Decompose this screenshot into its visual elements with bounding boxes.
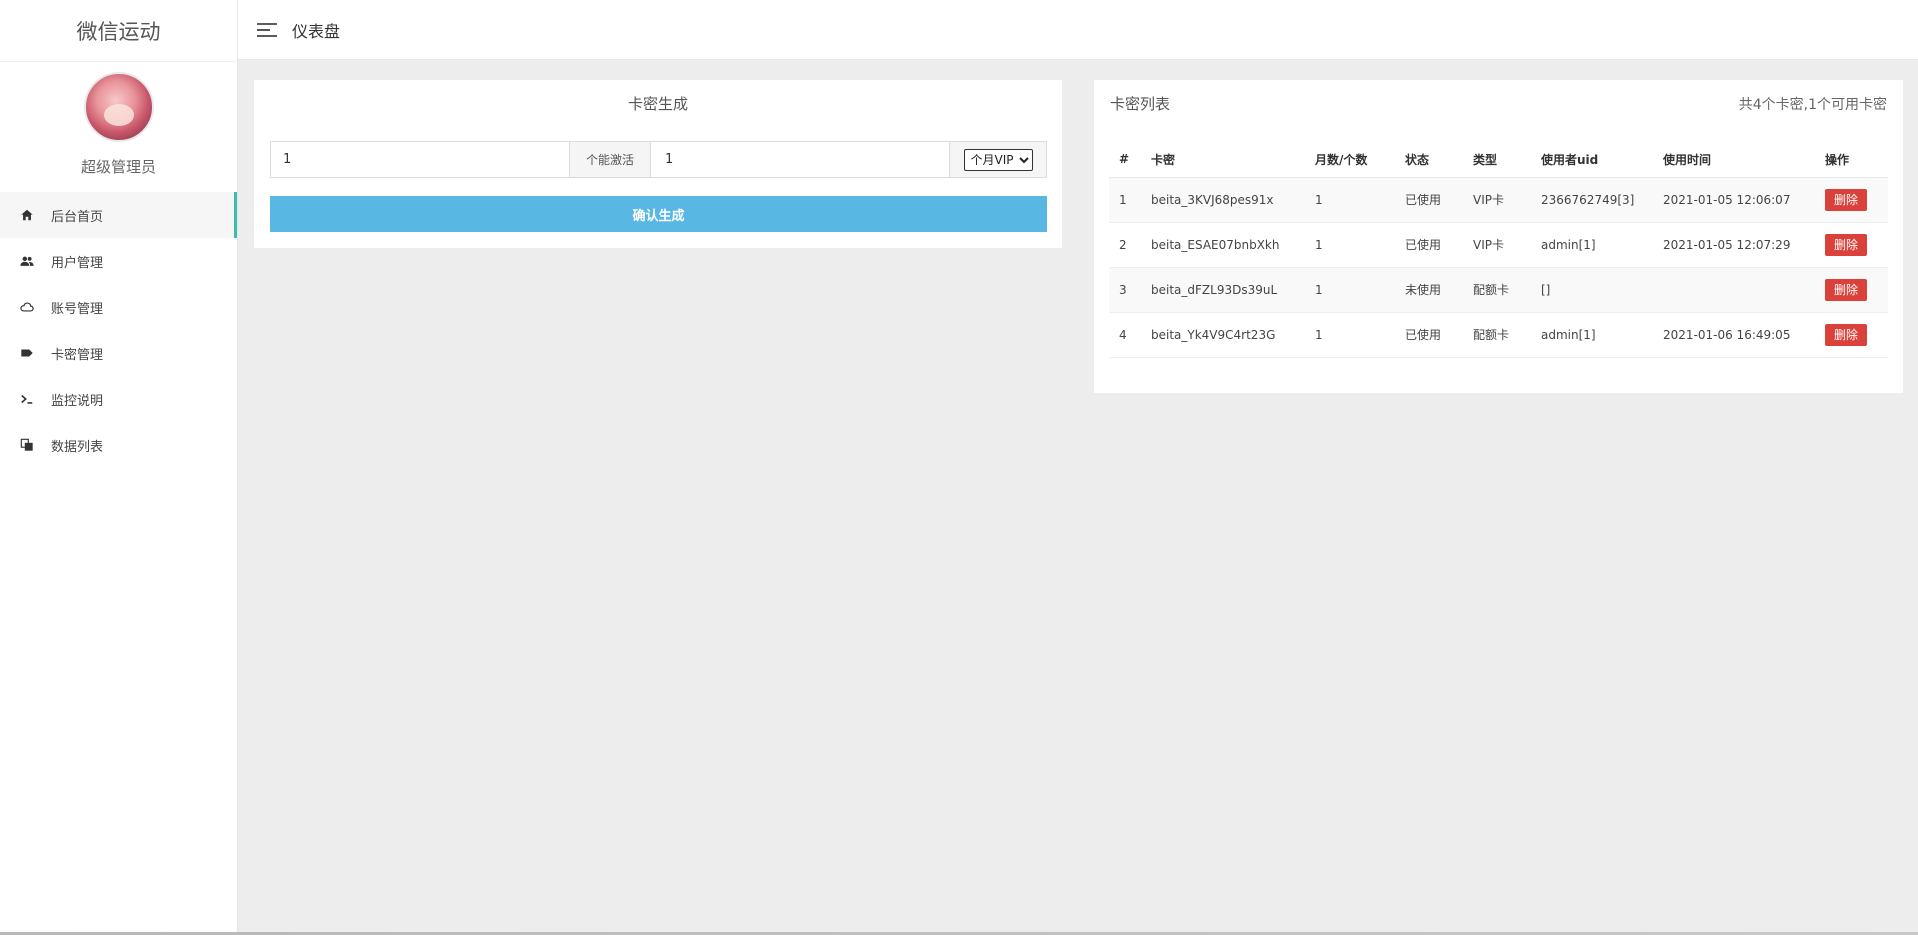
cell-months: 1 [1305,312,1395,358]
card-list-panel: 卡密列表 共4个卡密,1个可用卡密 # 卡密 月数/个数 状态 类型 使用者ui… [1094,80,1903,393]
cell-action: 删除 [1815,177,1888,223]
cell-code: beita_dFZL93Ds39uL [1141,267,1305,313]
cell-id: 3 [1109,267,1141,313]
brand-title: 微信运动 [0,0,237,62]
table-header-row: # 卡密 月数/个数 状态 类型 使用者uid 使用时间 操作 [1109,142,1888,178]
type-select-wrap: 个月VIP [949,142,1046,177]
cell-type: 配额卡 [1463,312,1531,358]
sidebar-item-label: 卡密管理 [51,347,104,363]
cell-user: admin[1] [1531,312,1653,358]
column-header: 月数/个数 [1305,142,1395,178]
profile-name: 超级管理员 [80,158,156,176]
cell-action: 删除 [1815,267,1888,313]
confirm-generate-button[interactable]: 确认生成 [270,196,1047,232]
type-select[interactable]: 个月VIP [963,148,1033,171]
cell-time [1653,267,1815,313]
cell-code: beita_Yk4V9C4rt23G [1141,312,1305,358]
table-row: 4 beita_Yk4V9C4rt23G 1 已使用 配额卡 admin[1] … [1109,312,1888,358]
sidebar-item-label: 监控说明 [51,393,104,409]
cell-months: 1 [1305,177,1395,223]
sidebar-item-home[interactable]: 后台首页 [0,192,237,238]
menu-toggle-icon[interactable] [256,22,278,38]
sidebar-item-accounts[interactable]: 账号管理 [0,284,237,330]
list-summary: 共4个卡密,1个可用卡密 [1738,96,1887,113]
count-input[interactable] [271,142,569,177]
sidebar-nav: 后台首页 用户管理 账号管理 卡密管理 监控说明 数据列表 [0,192,237,468]
column-header: 操作 [1815,142,1888,178]
cell-type: VIP卡 [1463,222,1531,268]
column-header: 状态 [1395,142,1463,178]
cell-time: 2021-01-05 12:07:29 [1653,222,1815,268]
months-input[interactable] [651,142,949,177]
sidebar-item-label: 账号管理 [51,301,104,317]
cell-type: VIP卡 [1463,177,1531,223]
cell-status: 已使用 [1395,177,1463,223]
cell-status: 未使用 [1395,267,1463,313]
delete-button[interactable]: 删除 [1825,323,1867,346]
sidebar-item-label: 用户管理 [51,255,104,271]
cloud-icon [20,300,34,314]
sidebar-item-label: 后台首页 [51,209,104,225]
generator-input-group: 个能激活 个月VIP [270,141,1047,178]
cell-time: 2021-01-06 16:49:05 [1653,312,1815,358]
cell-user: [] [1531,267,1653,313]
profile: 超级管理员 [0,62,237,192]
activation-addon: 个能激活 [569,142,651,177]
copy-icon [20,438,34,452]
cell-id: 2 [1109,222,1141,268]
column-header: 使用者uid [1531,142,1653,178]
column-header: 使用时间 [1653,142,1815,178]
cell-code: beita_ESAE07bnbXkh [1141,222,1305,268]
delete-button[interactable]: 删除 [1825,188,1867,211]
delete-button[interactable]: 删除 [1825,278,1867,301]
users-icon [20,254,34,268]
cell-time: 2021-01-05 12:06:07 [1653,177,1815,223]
top-bar: 仪表盘 [238,0,1918,60]
tag-icon [20,346,34,360]
table-row: 3 beita_dFZL93Ds39uL 1 未使用 配额卡 [] 删除 [1109,267,1888,313]
cell-action: 删除 [1815,222,1888,268]
page-title: 仪表盘 [292,21,341,41]
cell-months: 1 [1305,267,1395,313]
cell-id: 4 [1109,312,1141,358]
card-generator-panel: 卡密生成 个能激活 个月VIP 确认生成 [254,80,1062,248]
sidebar-item-cards[interactable]: 卡密管理 [0,330,237,376]
table-row: 1 beita_3KVJ68pes91x 1 已使用 VIP卡 23667627… [1109,177,1888,223]
list-title: 卡密列表 [1110,95,1171,113]
cell-user: admin[1] [1531,222,1653,268]
list-header: 卡密列表 共4个卡密,1个可用卡密 [1110,93,1887,114]
sidebar-item-monitor[interactable]: 监控说明 [0,376,237,422]
table-row: 2 beita_ESAE07bnbXkh 1 已使用 VIP卡 admin[1]… [1109,222,1888,268]
sidebar-item-users[interactable]: 用户管理 [0,238,237,284]
sidebar-item-data[interactable]: 数据列表 [0,422,237,468]
cell-type: 配额卡 [1463,267,1531,313]
home-icon [20,208,34,222]
cell-status: 已使用 [1395,312,1463,358]
cell-months: 1 [1305,222,1395,268]
column-header: 类型 [1463,142,1531,178]
cell-user: 2366762749[3] [1531,177,1653,223]
cell-action: 删除 [1815,312,1888,358]
delete-button[interactable]: 删除 [1825,233,1867,256]
cell-status: 已使用 [1395,222,1463,268]
terminal-icon [20,392,34,406]
column-header: 卡密 [1141,142,1305,178]
sidebar: 微信运动 超级管理员 后台首页 用户管理 账号管理 卡密管理 监控说明 数据列表 [0,0,238,935]
sidebar-item-label: 数据列表 [51,439,104,455]
cell-code: beita_3KVJ68pes91x [1141,177,1305,223]
generator-title: 卡密生成 [627,95,688,113]
avatar[interactable] [83,72,154,142]
cell-id: 1 [1109,177,1141,223]
card-table: # 卡密 月数/个数 状态 类型 使用者uid 使用时间 操作 1 beita_… [1109,142,1888,358]
column-header: # [1109,142,1141,178]
